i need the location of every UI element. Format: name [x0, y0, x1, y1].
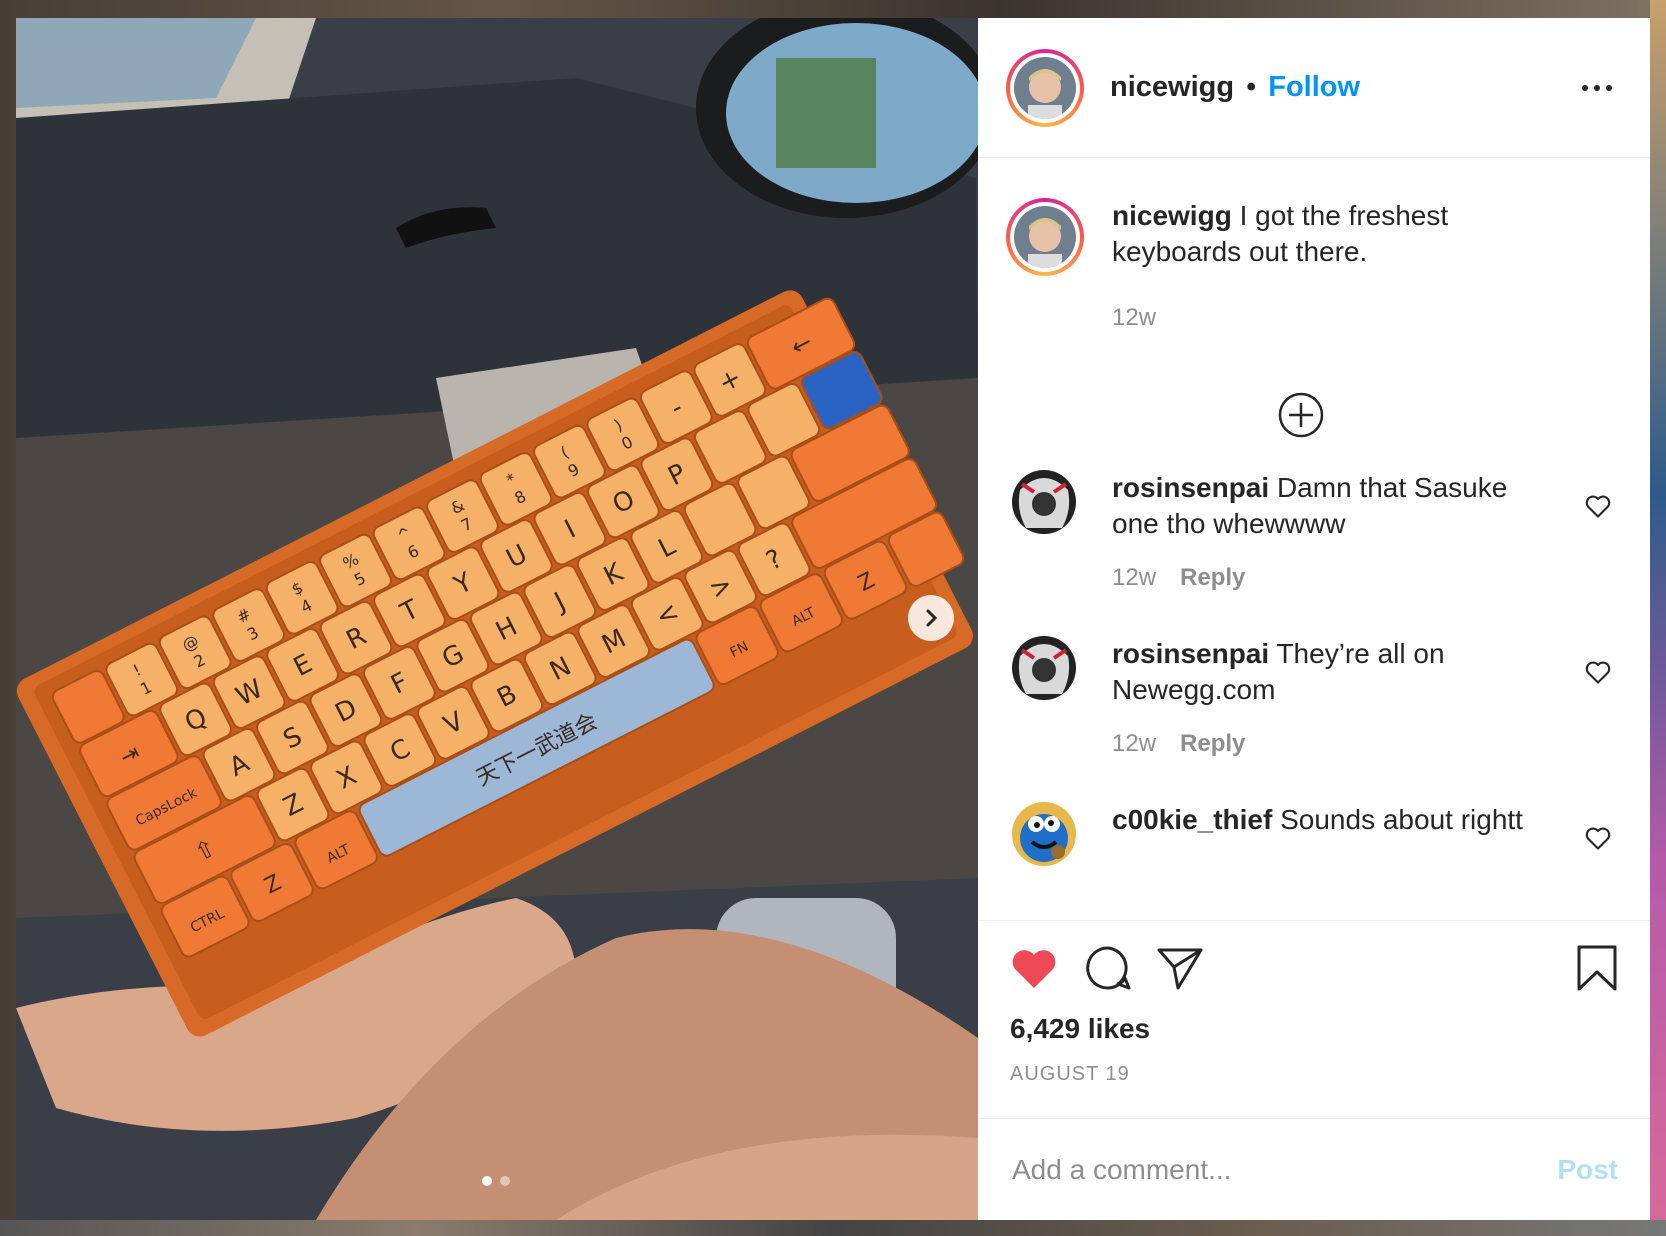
post-actions: 6,429 likes AUGUST 19: [978, 920, 1650, 1118]
like-comment-heart-icon[interactable]: [1584, 824, 1612, 852]
add-comment-bar: Post: [978, 1118, 1650, 1220]
like-comment-heart-icon[interactable]: [1584, 658, 1612, 686]
profile-avatar[interactable]: [1006, 48, 1084, 127]
separator-dot: •: [1246, 71, 1257, 103]
like-comment-heart-icon[interactable]: [1584, 492, 1612, 520]
caption-username[interactable]: nicewigg: [1112, 200, 1232, 231]
carousel-indicator: [482, 1176, 510, 1186]
likes-count[interactable]: 6,429 likes: [1010, 1013, 1618, 1045]
comment-text: Sounds about rightt: [1272, 804, 1523, 835]
comment-time: 12w: [1112, 564, 1157, 591]
reply-button[interactable]: Reply: [1180, 730, 1245, 757]
carousel-dot-active: [482, 1176, 492, 1186]
background-tile: [1650, 0, 1666, 1236]
post-photo: ! 1 @2 #3 $4% 5 ^ 6 & 7 * 8(9) 0- + ← ⇥ Q W E R T Y U I O P CapsLo…: [16, 18, 978, 1220]
post-comment-button[interactable]: Post: [1557, 1154, 1618, 1186]
keyboard-photo: !1@2#3$4%5^6&7*8(9)0-+←⇥QWERTYUIOPCapsLo…: [16, 18, 978, 1220]
commenter-avatar[interactable]: [1012, 802, 1076, 866]
follow-button[interactable]: Follow: [1268, 71, 1360, 104]
avatar-image: [1014, 56, 1076, 119]
comment-time: 12w: [1112, 730, 1157, 757]
caption-time: 12w: [1112, 304, 1157, 331]
post-modal: ! 1 @2 #3 $4% 5 ^ 6 & 7 * 8(9) 0- + ← ⇥ Q W E R T Y U I O P CapsLo…: [16, 18, 1650, 1220]
more-options-icon[interactable]: [1582, 84, 1612, 91]
caption-avatar[interactable]: [1006, 198, 1084, 276]
reply-button[interactable]: Reply: [1180, 564, 1245, 591]
commenter-avatar[interactable]: [1012, 470, 1076, 534]
post-sidebar: nicewigg • Follow nicewigg I got the fre…: [978, 18, 1650, 1220]
post-header: nicewigg • Follow: [978, 18, 1650, 158]
carousel-dot: [500, 1176, 510, 1186]
comment-item: c00kie_thief Sounds about rightt: [1012, 802, 1612, 866]
comment-username[interactable]: rosinsenpai: [1112, 638, 1269, 669]
comment-item: rosinsenpai They’re all on Newegg.com 12…: [1012, 636, 1612, 758]
post-caption: nicewigg I got the freshest keyboards ou…: [1006, 198, 1552, 336]
comment-input[interactable]: [1010, 1152, 1558, 1187]
post-username[interactable]: nicewigg: [1110, 71, 1234, 104]
comment-username[interactable]: c00kie_thief: [1112, 804, 1272, 835]
avatar-image: [1014, 206, 1076, 268]
bookmark-icon[interactable]: [1576, 944, 1618, 992]
like-heart-icon[interactable]: [1010, 946, 1058, 990]
chevron-right-icon: [926, 609, 938, 627]
next-photo-button[interactable]: [908, 595, 954, 641]
comment-username[interactable]: rosinsenpai: [1112, 472, 1269, 503]
comment-item: rosinsenpai Damn that Sasuke one tho whe…: [1012, 470, 1612, 592]
commenter-avatar[interactable]: [1012, 636, 1076, 700]
share-paper-plane-icon[interactable]: [1156, 945, 1204, 991]
post-date: AUGUST 19: [1010, 1063, 1130, 1085]
background-tile: [0, 1220, 1666, 1236]
caption-text-block: nicewigg I got the freshest keyboards ou…: [1112, 198, 1552, 336]
comment-bubble-icon[interactable]: [1084, 944, 1132, 992]
comments-section: nicewigg I got the freshest keyboards ou…: [978, 158, 1650, 920]
load-more-comments-icon[interactable]: [1278, 392, 1324, 438]
